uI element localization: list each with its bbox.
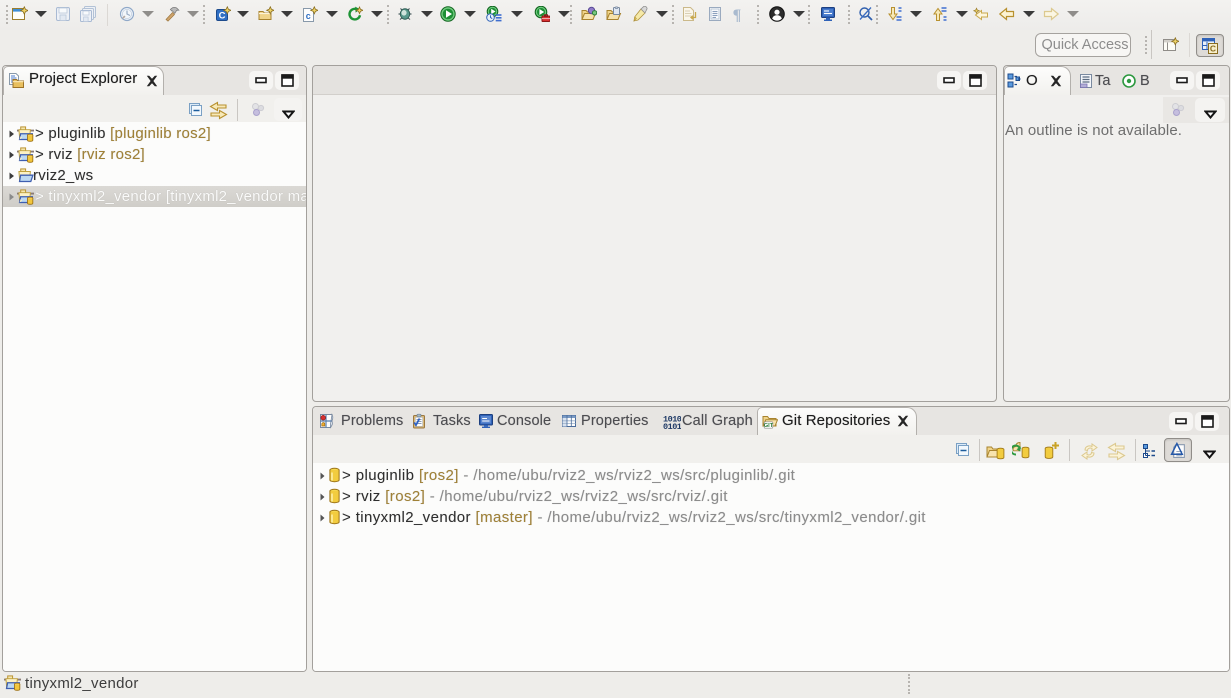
svg-text:c: c	[306, 11, 311, 21]
svg-text:C: C	[1210, 44, 1216, 54]
svg-text:¶: ¶	[733, 7, 742, 22]
svg-text:GIT: GIT	[764, 423, 774, 429]
svg-text:0101: 0101	[663, 422, 681, 429]
svg-text:C: C	[219, 11, 226, 22]
